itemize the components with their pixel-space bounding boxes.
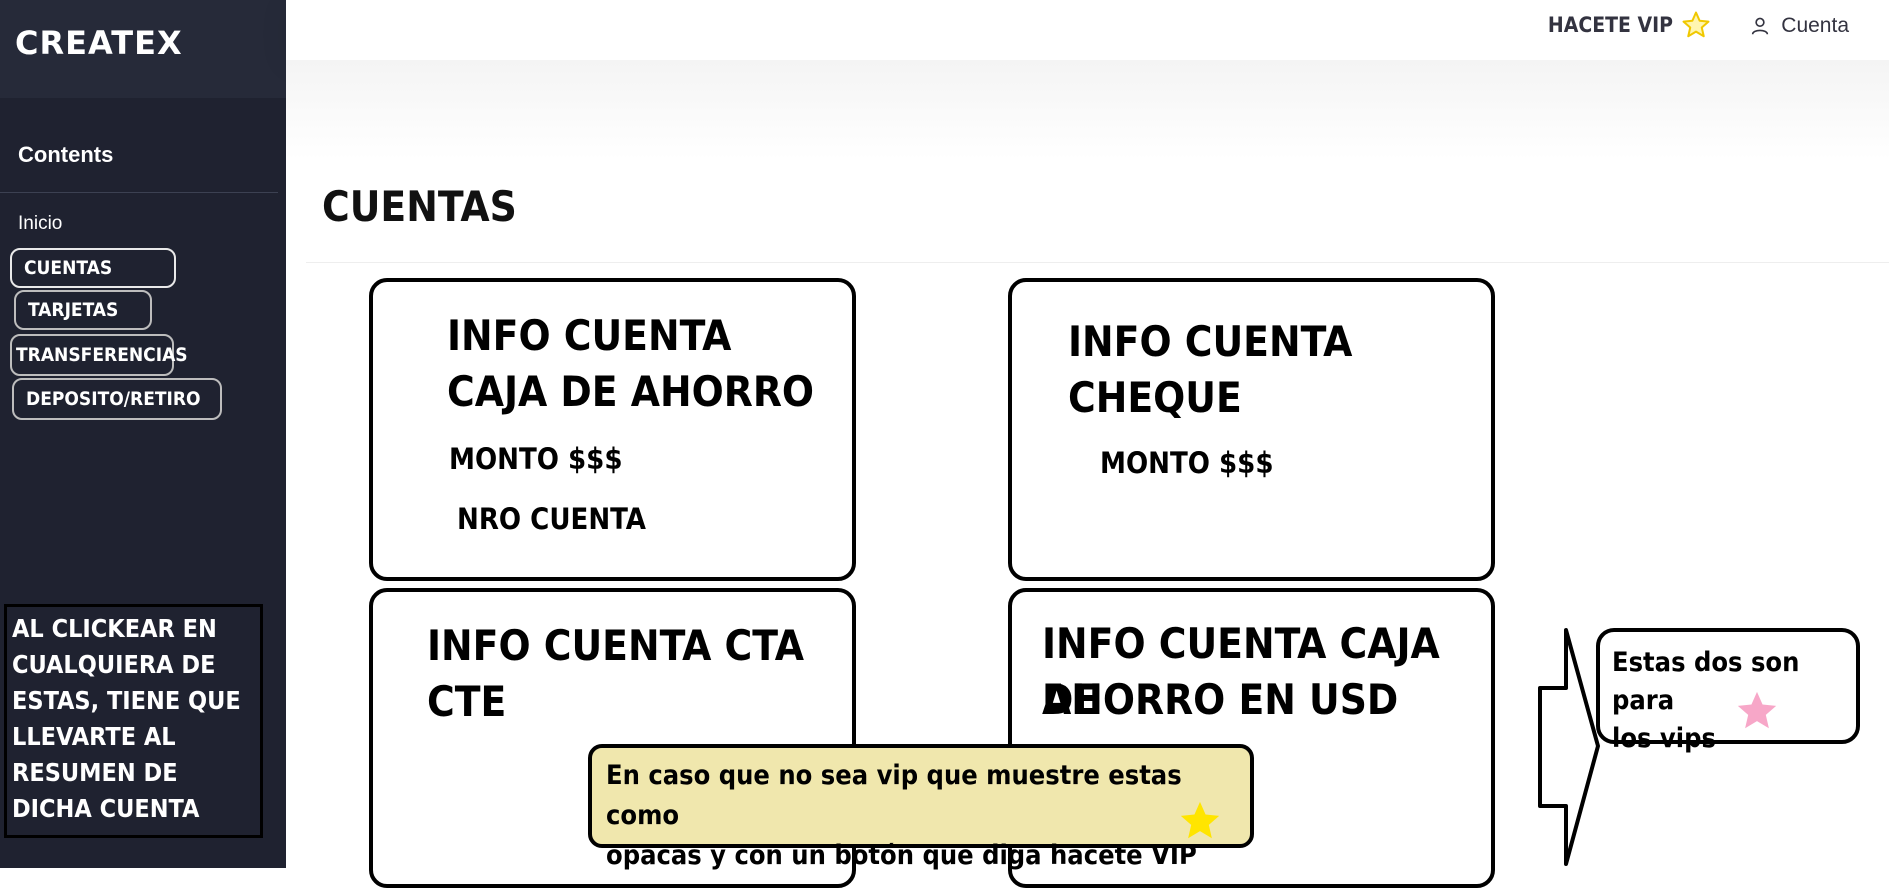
star-outline-icon <box>1682 11 1710 38</box>
vip-annotation-note: Estas dos son para los vips <box>1596 628 1860 754</box>
sidebar-section-title: Contents <box>18 142 114 167</box>
account-card-caja-ahorro[interactable]: INFO CUENTA CAJA DE AHORRO MONTO $$$ NRO… <box>369 278 856 581</box>
card-title-line2: CTE <box>427 677 507 726</box>
page-title: CUENTAS <box>322 182 517 231</box>
account-menu[interactable]: Cuenta <box>1749 14 1849 38</box>
sidebar-item-cuentas[interactable]: CUENTAS <box>10 248 176 288</box>
sidebar: CREATEX Contents Inicio CUENTAS TARJETAS… <box>0 0 286 868</box>
card-title-line1: INFO CUENTA CTA <box>427 621 804 670</box>
hacete-vip-label: HACETE VIP <box>1547 13 1673 37</box>
arrow-right-icon <box>1538 628 1600 866</box>
card-monto: MONTO $$$ <box>1100 446 1274 480</box>
star-icon <box>1180 801 1220 839</box>
card-title-line2: AHORRO EN USD <box>1042 675 1399 724</box>
title-divider <box>306 262 1889 263</box>
topbar: HACETE VIP Cuenta <box>286 0 1889 60</box>
user-icon <box>1752 17 1769 35</box>
card-nro-cuenta: NRO CUENTA <box>457 502 646 536</box>
account-label: Cuenta <box>1781 14 1849 37</box>
sidebar-item-transferencias[interactable]: TRANSFERENCIAS <box>10 334 188 376</box>
non-vip-note-text: En caso que no sea vip que muestre estas… <box>606 756 1250 876</box>
account-card-cheque[interactable]: INFO CUENTA CHEQUE MONTO $$$ <box>1008 278 1495 581</box>
sidebar-item-tarjetas[interactable]: TARJETAS <box>14 290 152 330</box>
non-vip-annotation-note: En caso que no sea vip que muestre estas… <box>588 744 1254 871</box>
card-title-line1: INFO CUENTA <box>1068 317 1353 366</box>
brand-bar: CREATEX <box>0 0 286 98</box>
sidebar-divider <box>0 192 278 193</box>
non-vip-note-line1: En caso que no sea vip que muestre estas… <box>606 760 1182 831</box>
hacete-vip-button[interactable]: HACETE VIP <box>1548 10 1711 40</box>
sidebar-item-deposito-retiro[interactable]: DEPOSITO/RETIRO <box>12 378 222 420</box>
non-vip-note-line2: opacas y con un botón que diga hacete VI… <box>606 840 1197 871</box>
card-monto: MONTO $$$ <box>449 442 623 476</box>
brand-logo[interactable]: CREATEX <box>15 24 183 62</box>
sidebar-annotation-note: AL CLICKEAR EN CUALQUIERA DE ESTAS, TIEN… <box>4 604 263 838</box>
card-title-line2: CHEQUE <box>1068 373 1242 422</box>
card-title-line2: CAJA DE AHORRO <box>447 367 815 416</box>
sidebar-item-inicio[interactable]: Inicio <box>18 213 62 235</box>
content-header-bg <box>286 60 1889 160</box>
star-icon <box>1737 691 1777 729</box>
card-title-line1: INFO CUENTA <box>447 311 732 360</box>
